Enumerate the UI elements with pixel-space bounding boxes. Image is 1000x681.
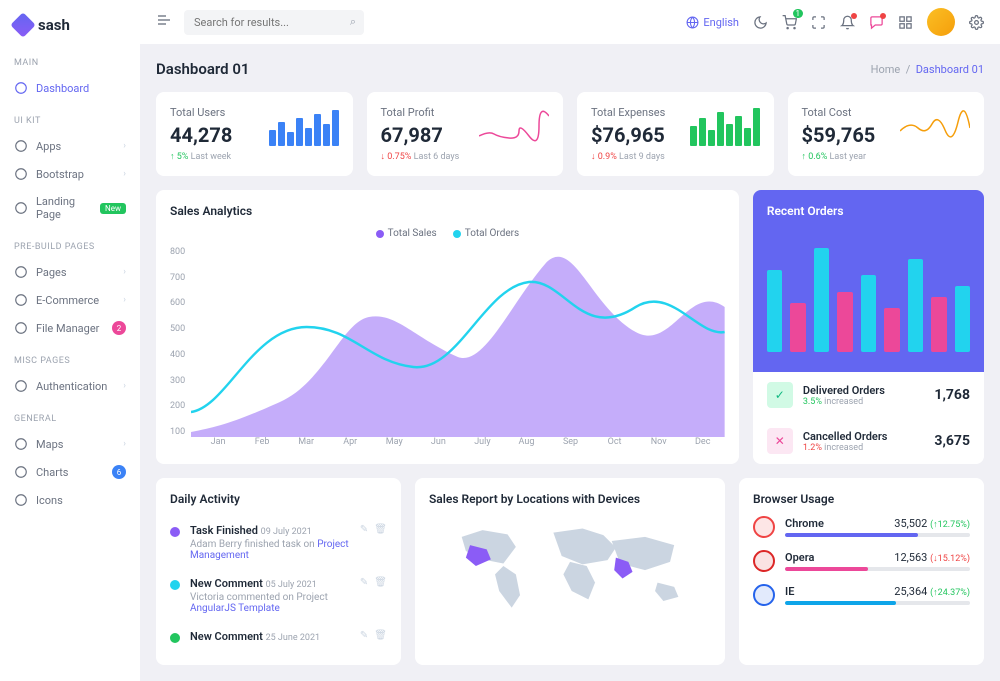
brand-name: sash (38, 16, 70, 34)
delete-icon[interactable]: 🗑 (374, 630, 387, 643)
delete-icon[interactable]: 🗑 (374, 524, 387, 561)
delete-icon[interactable]: 🗑 (374, 577, 387, 614)
stat-card-1: Total Profit67,987↓ 0.75% Last 6 days (367, 92, 564, 176)
sidebar-item-e-commerce[interactable]: E-Commerce› (0, 286, 140, 314)
page-header: Dashboard 01 Home / Dashboard 01 (156, 60, 984, 78)
sidebar-item-charts[interactable]: Charts6 (0, 458, 140, 486)
fullscreen-toggle[interactable] (811, 15, 826, 30)
analytics-title: Sales Analytics (170, 204, 725, 218)
language-label: English (703, 16, 739, 29)
sidebar: sash MAINDashboard UI KITApps›Bootstrap›L… (0, 0, 140, 681)
breadcrumb: Home / Dashboard 01 (871, 63, 984, 76)
messages-button[interactable] (869, 15, 884, 30)
activity-item: Task Finished 09 July 2021Adam Berry fin… (170, 516, 387, 569)
stat-card-0: Total Users44,278↑ 5% Last week (156, 92, 353, 176)
avatar[interactable] (927, 8, 955, 36)
analytics-chart (191, 247, 725, 437)
settings-button[interactable] (969, 15, 984, 30)
recent-orders-card: Recent Orders ✓ Delivered Orders 3.5% (753, 190, 984, 464)
activity-title: Daily Activity (170, 492, 387, 506)
edit-icon[interactable]: ✎ (360, 630, 368, 643)
sales-report-card: Sales Report by Locations with Devices (415, 478, 725, 665)
sidebar-item-maps[interactable]: Maps› (0, 430, 140, 458)
notif-dot (851, 13, 857, 19)
activity-item: New Comment 05 July 2021Victoria comment… (170, 569, 387, 622)
browser-usage-card: Browser Usage Chrome35,502 (↑12.75%) Oper… (739, 478, 984, 665)
browser-row: IE25,364 (↑24.37%) (753, 584, 970, 606)
sidebar-item-authentication[interactable]: Authentication› (0, 372, 140, 400)
browser-title: Browser Usage (753, 492, 970, 506)
sidebar-item-dashboard[interactable]: Dashboard (0, 74, 140, 102)
sidebar-item-apps[interactable]: Apps› (0, 132, 140, 160)
menu-toggle-icon[interactable] (156, 12, 172, 32)
daily-activity-card: Daily Activity Task Finished 09 July 202… (156, 478, 401, 665)
sidebar-section-label: UI KIT (0, 110, 140, 132)
sidebar-section-label: GENERAL (0, 408, 140, 430)
sidebar-item-bootstrap[interactable]: Bootstrap› (0, 160, 140, 188)
search-input[interactable]: ⌕ (184, 10, 364, 35)
sidebar-item-file-manager[interactable]: File Manager2 (0, 314, 140, 342)
sidebar-section-label: MISC PAGES (0, 350, 140, 372)
dark-mode-toggle[interactable] (753, 15, 768, 30)
brand-logo[interactable]: sash (0, 10, 140, 48)
sidebar-section-label: MAIN (0, 52, 140, 74)
orders-chart (753, 232, 984, 372)
page-title: Dashboard 01 (156, 60, 249, 78)
edit-icon[interactable]: ✎ (360, 577, 368, 614)
language-select[interactable]: English (686, 16, 739, 29)
notifications-button[interactable] (840, 15, 855, 30)
browser-row: Chrome35,502 (↑12.75%) (753, 516, 970, 538)
orders-title: Recent Orders (767, 204, 970, 218)
world-map (429, 516, 711, 616)
close-icon: ✕ (767, 428, 793, 454)
sales-report-title: Sales Report by Locations with Devices (429, 492, 711, 506)
topbar: ⌕ English 1 (140, 0, 1000, 44)
sidebar-item-pages[interactable]: Pages› (0, 258, 140, 286)
apps-grid-button[interactable] (898, 15, 913, 30)
stat-card-3: Total Cost$59,765↑ 0.6% Last year (788, 92, 985, 176)
activity-item: New Comment 25 June 2021✎🗑 (170, 622, 387, 651)
sidebar-section-label: PRE-BUILD PAGES (0, 236, 140, 258)
cart-badge: 1 (793, 9, 804, 18)
sidebar-item-landing-page[interactable]: Landing PageNew (0, 188, 140, 228)
sales-analytics-card: Sales Analytics Total Sales Total Orders… (156, 190, 739, 464)
search-field[interactable] (184, 10, 364, 35)
sidebar-item-icons[interactable]: Icons (0, 486, 140, 514)
crumb-home[interactable]: Home (871, 63, 901, 76)
brand-icon (10, 12, 35, 37)
msg-dot (880, 13, 886, 19)
search-icon: ⌕ (350, 15, 356, 29)
stat-card-2: Total Expenses$76,965↓ 0.9% Last 9 days (577, 92, 774, 176)
chart-legend: Total Sales Total Orders (170, 228, 725, 239)
check-icon: ✓ (767, 382, 793, 408)
browser-row: Opera12,563 (↓15.12%) (753, 550, 970, 572)
cancelled-orders-row: ✕ Cancelled Orders 1.2% increased 3,675 (753, 418, 984, 464)
delivered-orders-row: ✓ Delivered Orders 3.5% increased 1,768 (753, 372, 984, 418)
crumb-current: Dashboard 01 (916, 63, 984, 76)
edit-icon[interactable]: ✎ (360, 524, 368, 561)
cart-button[interactable]: 1 (782, 15, 797, 30)
